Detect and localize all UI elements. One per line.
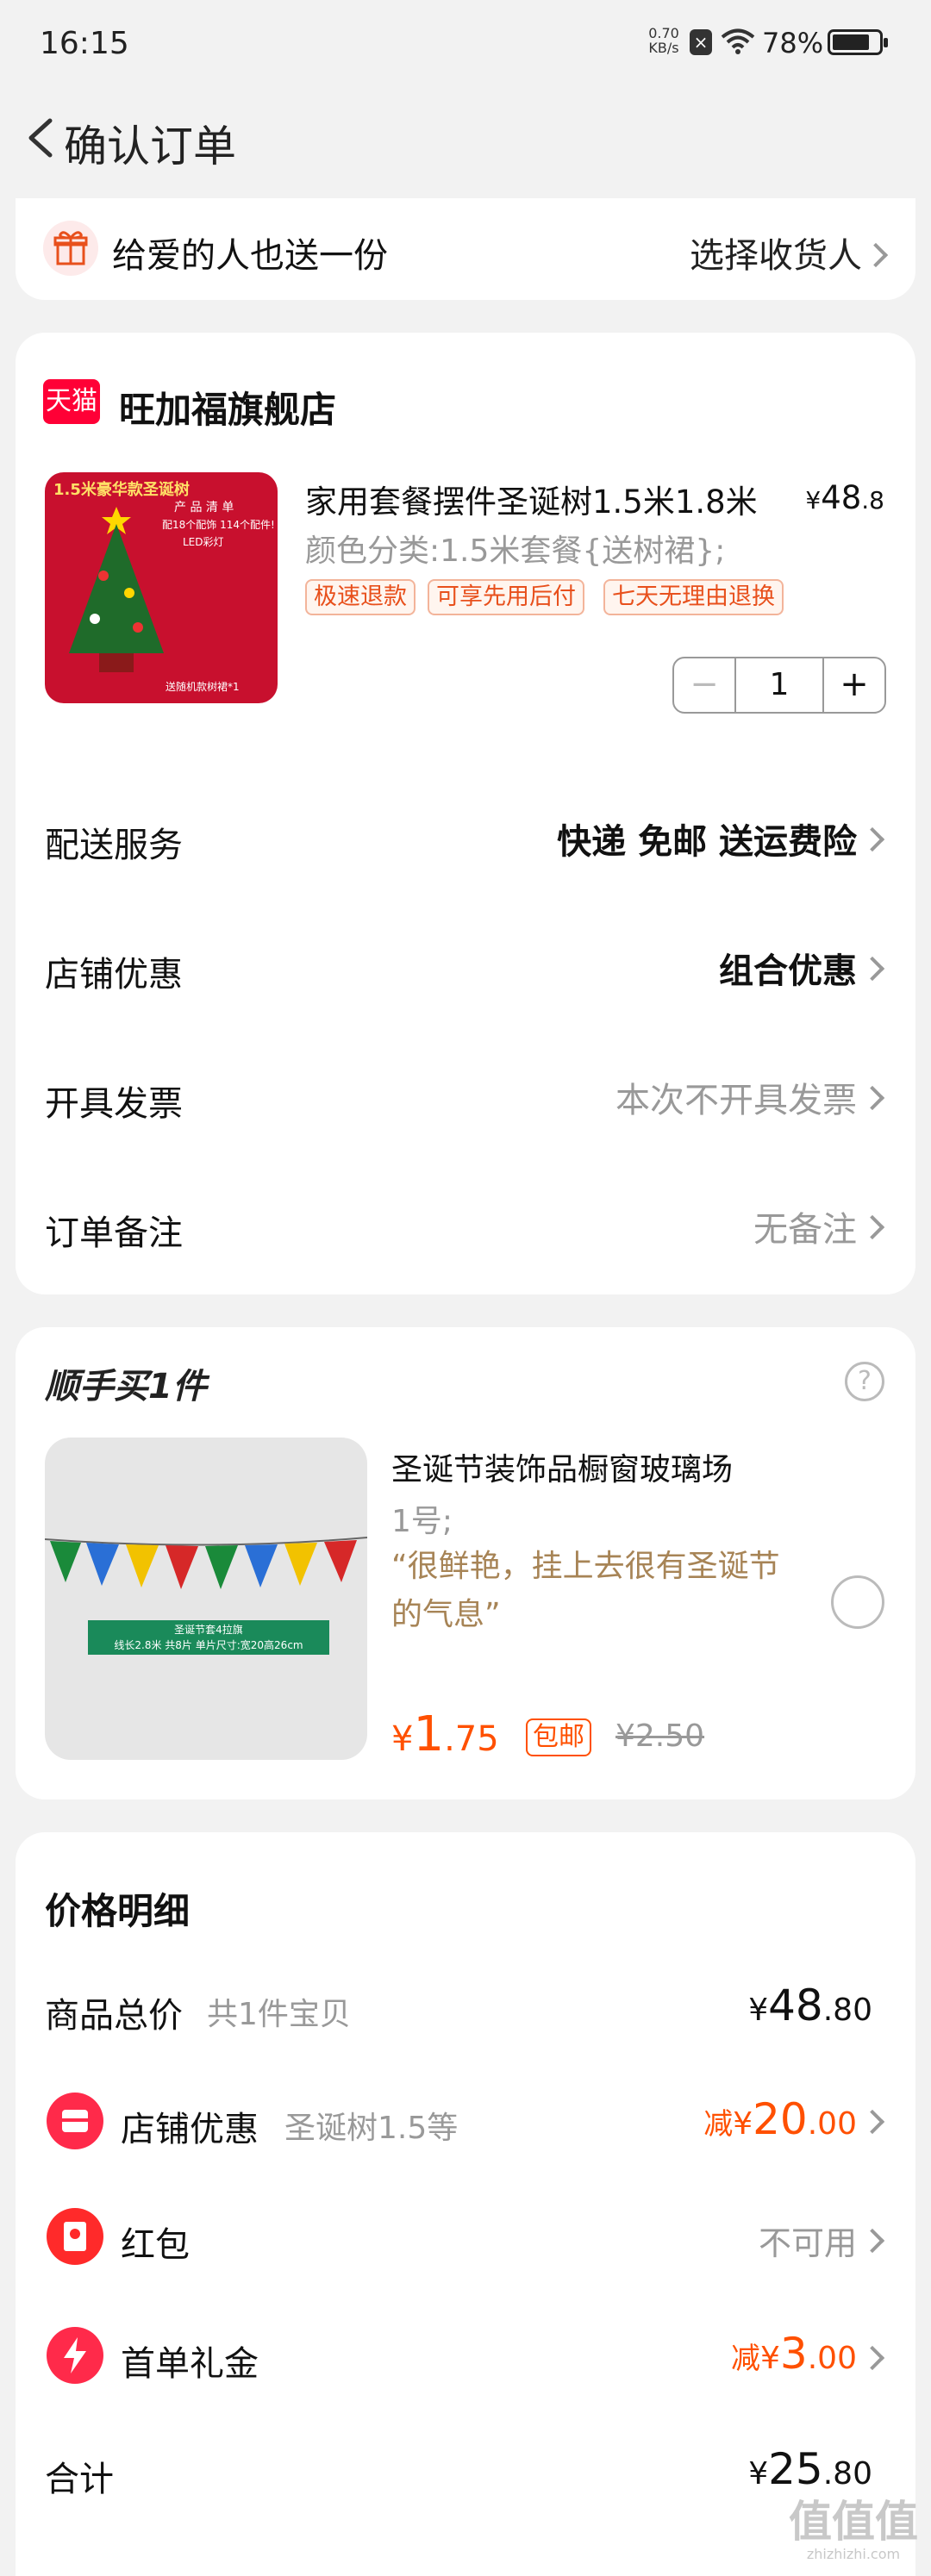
row-first-order-gift[interactable]: 首单礼金 减¥3.00 (16, 2310, 915, 2404)
tag-seven-day-return: 七天无理由退换 (603, 579, 784, 615)
tag-pay-later: 可享先用后付 (428, 579, 584, 615)
goods-total-sub: 共1件宝贝 (207, 1997, 351, 2032)
goods-total-label: 商品总价 (45, 1996, 183, 2036)
chevron-right-icon (859, 2109, 885, 2135)
tmall-logo: 天猫 (43, 379, 100, 424)
row-price-shop-discount[interactable]: 店铺优惠 圣诞树1.5等 减¥20.00 (16, 2074, 915, 2168)
back-button[interactable] (19, 114, 67, 162)
no-sim-icon: × (690, 29, 712, 55)
red-packet-icon (47, 2208, 103, 2265)
bunting-flags-icon (45, 1537, 367, 1589)
wifi-icon (721, 28, 755, 54)
status-bar: 16:15 0.70 KB/s × 78% (0, 0, 931, 86)
gift-label: 给爱的人也送一份 (112, 236, 388, 276)
quantity-stepper: − 1 + (672, 657, 886, 714)
product-image[interactable]: 1.5米豪华款圣诞树 产 品 清 单 配18个配饰 114个配件! LED彩灯 … (45, 472, 278, 703)
quantity-plus-button[interactable]: + (822, 658, 884, 712)
row-invoice[interactable]: 开具发票 本次不开具发票 (16, 1039, 915, 1151)
quantity-minus-button[interactable]: − (674, 658, 736, 712)
total-label: 合计 (45, 2460, 114, 2499)
total-amount: ¥25.80 (748, 2444, 872, 2494)
addon-image[interactable]: 圣诞节套4拉旗 线长2.8米 共8片 单片尺寸:宽20高26cm (45, 1438, 367, 1760)
shop-coupon-icon (47, 2093, 103, 2149)
free-shipping-badge: 包邮 (526, 1718, 591, 1756)
chevron-right-icon (859, 1085, 885, 1111)
chevron-right-icon (859, 956, 885, 982)
addon-price: ¥1.75 (391, 1706, 499, 1762)
row-delivery[interactable]: 配送服务 快递 免邮 送运费险 (16, 781, 915, 893)
quantity-input[interactable]: 1 (736, 658, 822, 712)
product-price: ¥48.8 (805, 479, 884, 516)
battery-percent: 78% (762, 27, 824, 59)
watermark: 值值值 zhizhizhi.com (789, 2497, 918, 2562)
chevron-right-icon (863, 242, 889, 268)
tmall-badge-text: 天猫 (46, 386, 97, 416)
gift-card[interactable]: 给爱的人也送一份 选择收货人 (16, 198, 915, 300)
nav-header: 确认订单 (0, 86, 931, 190)
chevron-right-icon (859, 1214, 885, 1240)
chevron-right-icon (859, 2228, 885, 2254)
gift-icon (43, 221, 98, 276)
select-recipient[interactable]: 选择收货人 (690, 228, 862, 278)
chevron-left-icon (28, 118, 53, 158)
price-detail-card: 价格明细 商品总价 共1件宝贝 ¥48.80 店铺优惠 圣诞树1.5等 减¥20… (16, 1832, 915, 2576)
help-icon[interactable]: ? (845, 1362, 884, 1401)
chevron-right-icon (859, 2345, 885, 2371)
row-red-packet[interactable]: 红包 不可用 (16, 2191, 915, 2286)
product-title[interactable]: 家用套餐摆件圣诞树1.5米1.8米 (305, 476, 758, 522)
clock: 16:15 (40, 26, 129, 61)
addon-original-price: ¥2.50 (615, 1718, 705, 1754)
christmas-tree-icon (69, 507, 164, 672)
addon-card: 顺手买1件 ? 圣诞节套4拉旗 线长2.8米 共8片 单片尺寸:宽20高26cm… (16, 1327, 915, 1799)
goods-total-amount: ¥48.80 (748, 1980, 872, 2030)
addon-title[interactable]: 圣诞节装饰品橱窗玻璃场 (391, 1444, 733, 1489)
product-variant[interactable]: 颜色分类:1.5米套餐{送树裙}; (305, 526, 725, 571)
shop-name[interactable]: 旺加福旗舰店 (119, 381, 336, 433)
price-detail-heading: 价格明细 (45, 1890, 191, 1932)
addon-select-radio[interactable] (831, 1575, 884, 1629)
network-speed: 0.70 KB/s (648, 25, 679, 56)
addon-review: “很鲜艳，挂上去很有圣诞节的气息” (391, 1549, 780, 1632)
lightning-icon (47, 2327, 103, 2384)
shop-card: 天猫 旺加福旗舰店 1.5米豪华款圣诞树 产 品 清 单 配18个配饰 114个… (16, 333, 915, 1294)
chevron-right-icon (859, 826, 885, 852)
row-shop-discount[interactable]: 店铺优惠 组合优惠 (16, 910, 915, 1022)
tag-fast-refund: 极速退款 (305, 579, 416, 615)
row-order-note[interactable]: 订单备注 无备注 (16, 1169, 915, 1281)
page-title: 确认订单 (64, 122, 236, 172)
addon-spec: 1号; (391, 1504, 453, 1539)
addon-heading: 顺手买1件 (45, 1367, 207, 1407)
battery-icon (828, 29, 888, 55)
